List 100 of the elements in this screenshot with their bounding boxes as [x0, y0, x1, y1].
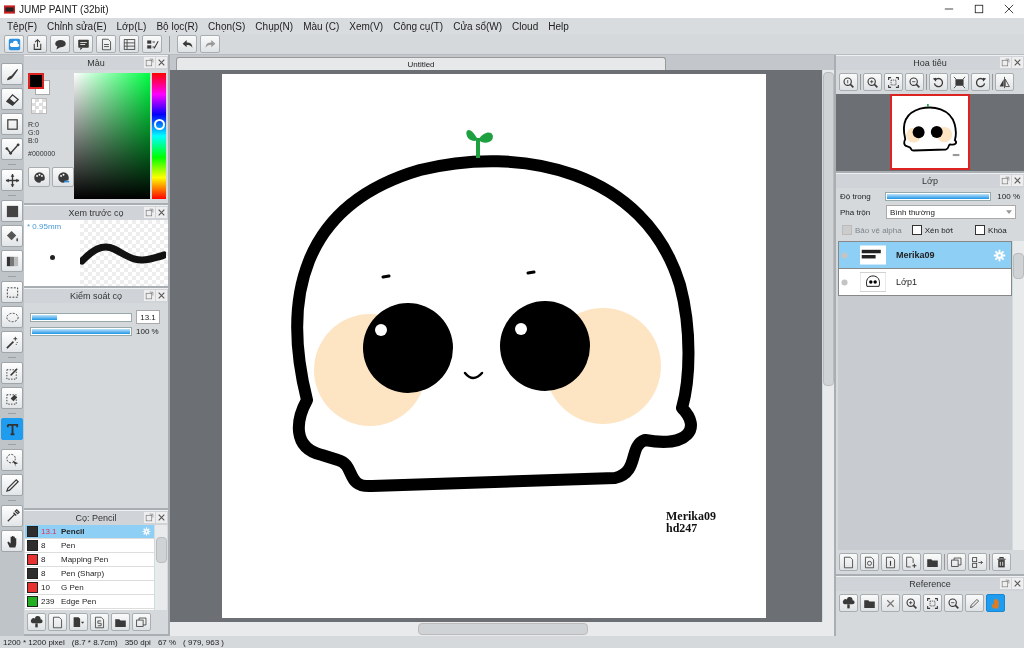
hue-handle[interactable] — [154, 119, 165, 130]
duplicate-button[interactable] — [947, 553, 966, 571]
zoom-reset-button[interactable] — [839, 73, 858, 91]
new-page-button[interactable] — [48, 613, 67, 631]
pen-tool[interactable] — [1, 474, 23, 496]
brush-tool[interactable] — [1, 63, 23, 85]
script-page-button[interactable] — [90, 613, 109, 631]
magic-wand-tool[interactable] — [1, 331, 23, 353]
document-tab[interactable]: Untitled — [176, 57, 666, 70]
rectangle-tool[interactable] — [1, 113, 23, 135]
menu-item[interactable]: Lớp(L) — [111, 20, 152, 32]
zoom-in-button[interactable] — [863, 73, 882, 91]
brush-size-field[interactable]: 13.1 — [136, 310, 160, 324]
scrollbar-thumb[interactable] — [823, 72, 834, 386]
undock-button[interactable] — [1000, 175, 1011, 186]
flip-button[interactable] — [995, 73, 1014, 91]
close-panel-button[interactable] — [1012, 57, 1023, 68]
close-panel-button[interactable] — [156, 290, 167, 301]
folder-button[interactable] — [111, 613, 130, 631]
undock-button[interactable] — [1000, 578, 1011, 589]
zoom-out-button[interactable] — [905, 73, 924, 91]
page-dropdown-button[interactable] — [69, 613, 88, 631]
menu-item[interactable]: Chụp(N) — [250, 20, 299, 32]
brush-item[interactable]: 8 Pen (Sharp) — [25, 567, 154, 581]
merge-button[interactable] — [968, 553, 987, 571]
visibility-dot-icon[interactable] — [841, 251, 848, 259]
eyedropper-tool[interactable] — [1, 505, 23, 527]
menu-item[interactable]: Tệp(F) — [2, 20, 42, 32]
lasso-select-tool[interactable] — [1, 449, 23, 471]
undock-button[interactable] — [1000, 57, 1011, 68]
rectangle-select-tool[interactable] — [1, 281, 23, 303]
layer-item[interactable]: Lớp1 — [838, 269, 1012, 296]
scrollbar-thumb[interactable] — [1013, 253, 1024, 279]
message-button[interactable] — [73, 35, 93, 53]
close-panel-button[interactable] — [156, 512, 167, 523]
cloud-upload-button[interactable] — [839, 594, 858, 612]
filled-square-tool[interactable] — [1, 200, 23, 222]
folder-button[interactable] — [923, 553, 942, 571]
menu-item[interactable]: Chọn(S) — [203, 20, 251, 32]
palette-edit-button[interactable] — [52, 167, 74, 187]
brush-item[interactable]: 8 Pen — [25, 539, 154, 553]
document-button[interactable] — [96, 35, 116, 53]
rotate-right-button[interactable] — [971, 73, 990, 91]
brush-item[interactable]: 239 Edge Pen — [25, 595, 154, 609]
scrollbar[interactable] — [170, 622, 834, 636]
fit-button[interactable] — [884, 73, 903, 91]
transparent-swatch[interactable] — [31, 98, 47, 114]
lasso-tool[interactable] — [1, 306, 23, 328]
folder-button[interactable] — [860, 594, 879, 612]
layer-item[interactable]: Merika09 — [838, 241, 1012, 269]
share-button[interactable] — [27, 35, 47, 53]
list-button[interactable] — [119, 35, 139, 53]
selection-pen-tool[interactable] — [1, 362, 23, 384]
undock-button[interactable] — [144, 207, 155, 218]
delete-button[interactable] — [881, 594, 900, 612]
new-page-button[interactable] — [839, 553, 858, 571]
text-tool-tool[interactable] — [1, 418, 23, 440]
page-number-button[interactable] — [881, 553, 900, 571]
gradient-tool[interactable] — [1, 250, 23, 272]
frame-button[interactable] — [950, 73, 969, 91]
brush-size-slider[interactable] — [30, 312, 132, 322]
move-tool[interactable] — [1, 169, 23, 191]
close-panel-button[interactable] — [1012, 578, 1023, 589]
trash-button[interactable] — [992, 553, 1011, 571]
close-panel-button[interactable] — [156, 57, 167, 68]
checklist-button[interactable] — [142, 35, 162, 53]
undock-button[interactable] — [144, 512, 155, 523]
rotate-left-button[interactable] — [929, 73, 948, 91]
menu-item[interactable]: Màu (C) — [298, 20, 345, 32]
menu-item[interactable]: Bộ lọc(R) — [151, 20, 204, 32]
undock-button[interactable] — [144, 57, 155, 68]
menu-item[interactable]: Chỉnh sửa(E) — [42, 20, 112, 32]
brush-item[interactable]: 13.1 Pencil — [25, 525, 154, 539]
color-swatches[interactable] — [28, 73, 50, 95]
close-panel-button[interactable] — [1012, 175, 1023, 186]
scrollbar-thumb[interactable] — [155, 537, 167, 563]
menu-item[interactable]: Cửa sổ(W) — [448, 20, 508, 32]
page-badge-button[interactable] — [860, 553, 879, 571]
navigator-preview[interactable] — [890, 94, 970, 170]
eraser-tool[interactable] — [1, 88, 23, 110]
menu-item[interactable]: Cloud — [507, 20, 544, 32]
visibility-dot-icon[interactable] — [841, 278, 848, 286]
undock-button[interactable] — [144, 290, 155, 301]
brush-item[interactable]: 10 G Pen — [25, 581, 154, 595]
checkbox-option[interactable]: Xén bớt — [911, 225, 954, 235]
scrollbar[interactable] — [154, 525, 167, 610]
menu-item[interactable]: Help — [543, 20, 574, 32]
scrollbar[interactable] — [1012, 241, 1024, 550]
undo-button[interactable] — [177, 35, 197, 53]
close-panel-button[interactable] — [156, 207, 167, 218]
blend-mode-dropdown[interactable]: Bình thường — [886, 205, 1016, 219]
fit-button[interactable] — [923, 594, 942, 612]
speech-bubble-button[interactable] — [50, 35, 70, 53]
selection-eraser-tool[interactable] — [1, 387, 23, 409]
paint-bucket-tool[interactable] — [1, 225, 23, 247]
menu-item[interactable]: Công cụ(T) — [388, 20, 449, 32]
polyline-tool[interactable] — [1, 138, 23, 160]
scrollbar[interactable] — [822, 70, 834, 622]
saturation-value-picker[interactable] — [74, 73, 150, 199]
hand-tool[interactable] — [1, 530, 23, 552]
